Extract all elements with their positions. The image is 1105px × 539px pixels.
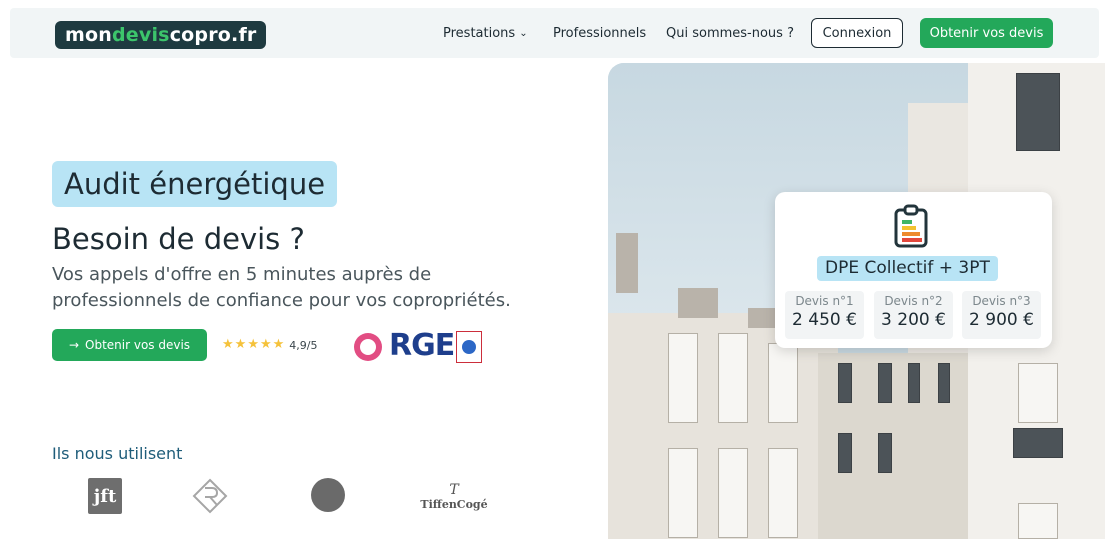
- get-quotes-label: Obtenir vos devis: [85, 338, 191, 352]
- login-button[interactable]: Connexion: [811, 18, 903, 48]
- nav-prestations[interactable]: Prestations ⌄: [443, 8, 528, 58]
- nav-qui-sommes-nous[interactable]: Qui sommes-nous ?: [666, 8, 794, 58]
- site-logo[interactable]: mondeviscopro.fr: [55, 21, 267, 49]
- nav-professionnels[interactable]: Professionnels: [553, 8, 646, 58]
- ademe-logo: [456, 331, 482, 363]
- clipboard-energy-icon: [893, 204, 929, 248]
- quote-value-2: 3 200 €: [881, 310, 946, 330]
- logo-part-3: copro.fr: [169, 24, 257, 46]
- rating-stars: ★ ★ ★ ★ ★ 4,9/5: [222, 337, 317, 353]
- quote-label-1: Devis n°1: [795, 294, 854, 308]
- nav-prestations-label: Prestations: [443, 25, 516, 41]
- get-quotes-button-header[interactable]: Obtenir vos devis: [920, 18, 1053, 48]
- chevron-down-icon: ⌄: [519, 27, 528, 39]
- tiffen-monogram: T: [449, 481, 459, 498]
- nav-qui-label: Qui sommes-nous ?: [666, 25, 794, 41]
- star-icon: ★: [234, 337, 247, 352]
- card-title: DPE Collectif + 3PT: [817, 256, 998, 281]
- site-header: mondeviscopro.fr Prestations ⌄ Professio…: [10, 8, 1099, 58]
- service-badge: Audit énergétique: [52, 161, 338, 207]
- tiffen-name: TiffenCogé: [420, 497, 488, 511]
- partner-logo-nexity: [311, 478, 345, 512]
- star-icon: ★: [247, 337, 259, 352]
- hero-title: Besoin de devis ?: [52, 222, 305, 256]
- logo-part-2: devis: [111, 24, 170, 46]
- nav-professionnels-label: Professionnels: [553, 25, 647, 41]
- quote-value-3: 2 900 €: [969, 310, 1034, 330]
- partner-logo-r: [190, 478, 230, 514]
- get-quotes-button[interactable]: → Obtenir vos devis: [52, 329, 207, 361]
- quote-box-2: Devis n°2 3 200 €: [874, 291, 953, 339]
- quote-comparison-card: DPE Collectif + 3PT Devis n°1 2 450 € De…: [775, 192, 1052, 348]
- quote-label-3: Devis n°3: [972, 294, 1031, 308]
- arrow-right-icon: →: [68, 338, 79, 352]
- rge-logo: RGE: [389, 328, 455, 363]
- star-icon: ★: [259, 337, 272, 352]
- clients-heading: Ils nous utilisent: [52, 444, 183, 463]
- star-icon: ★: [272, 337, 285, 352]
- quote-label-2: Devis n°2: [884, 294, 943, 308]
- quote-box-3: Devis n°3 2 900 €: [962, 291, 1041, 339]
- hero-subtitle: Vos appels d'offre en 5 minutes auprès d…: [52, 264, 511, 311]
- quote-value-1: 2 450 €: [792, 310, 857, 330]
- logo-part-1: mon: [65, 24, 112, 46]
- partner-logo-tiffencoge: T TiffenCogé: [420, 478, 487, 514]
- partner-logo-jft: jft: [88, 478, 122, 514]
- coach-copro-logo: [354, 333, 382, 361]
- rating-value: 4,9/5: [289, 338, 318, 352]
- quote-box-1: Devis n°1 2 450 €: [785, 291, 864, 339]
- star-icon: ★: [222, 337, 234, 352]
